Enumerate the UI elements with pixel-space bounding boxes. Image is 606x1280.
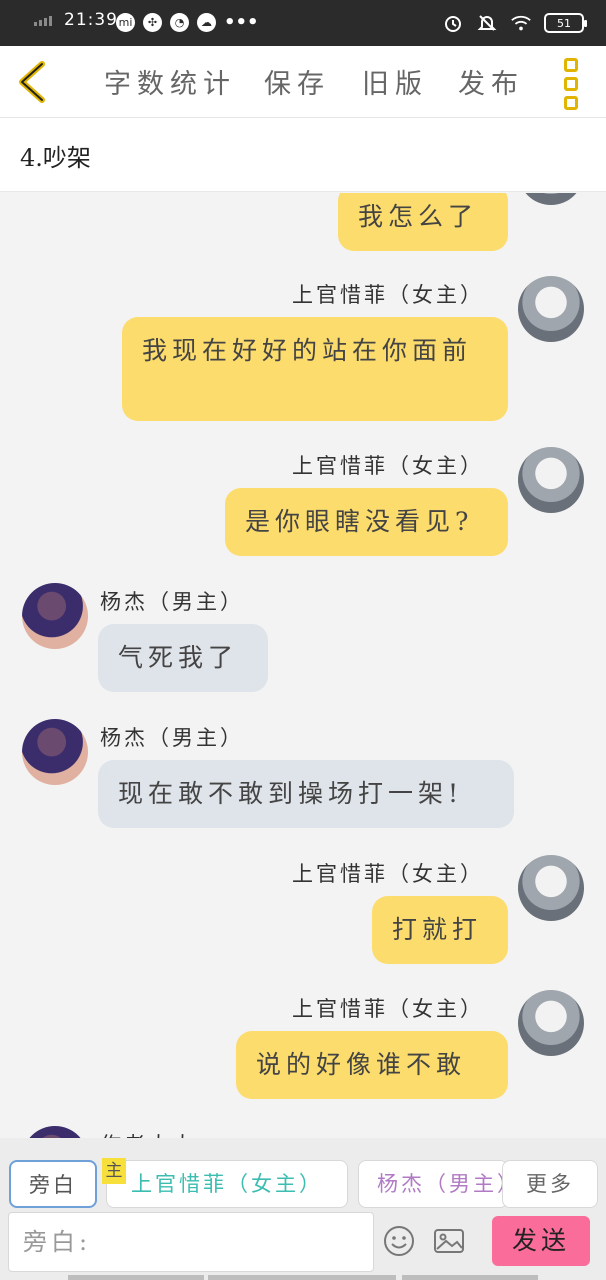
battery-icon: 51 [544, 13, 587, 33]
back-button[interactable] [14, 60, 54, 104]
fan-icon: ✣ [143, 13, 162, 32]
avatar[interactable] [22, 583, 88, 649]
more-notifications: ••• [224, 11, 259, 33]
gauge-icon: ◔ [170, 13, 189, 32]
message-input-wrapper [8, 1212, 374, 1272]
chat-bubble[interactable]: 是你眼瞎没看见? [225, 488, 508, 556]
chat-bubble[interactable]: 现在敢不敢到操场打一架! [98, 760, 514, 828]
speaker-name: 上官惜菲（女主） [292, 997, 484, 1021]
speaker-name: 上官惜菲（女主） [292, 283, 484, 307]
old-version-button[interactable]: 旧版 [362, 62, 428, 101]
chat-bubble[interactable]: 打就打 [372, 896, 508, 964]
speaker-name: 杨杰（男主） [100, 726, 244, 750]
chat-bubble[interactable]: 我现在好好的站在你面前 [122, 317, 508, 421]
scrollbar[interactable] [402, 1275, 538, 1280]
chapter-title-bar[interactable]: 4.吵架 [0, 118, 606, 192]
composer: 旁白 上官惜菲（女主） 主 杨杰（男主） 更多 发送 [0, 1138, 606, 1280]
status-time: 21:39 [64, 10, 118, 30]
speaker-name: 上官惜菲（女主） [292, 454, 484, 478]
chapter-title: 4.吵架 [20, 144, 91, 172]
role-male-lead-button[interactable]: 杨杰（男主） [358, 1160, 508, 1208]
avatar[interactable] [518, 855, 584, 921]
wifi-icon [510, 12, 532, 34]
status-bar: 21:39 mi ✣ ◔ ☁ ••• 51 [0, 0, 606, 46]
more-roles-button[interactable]: 更多 [502, 1160, 598, 1208]
chat-area[interactable]: 我怎么了 上官惜菲（女主） 我现在好好的站在你面前 上官惜菲（女主） 是你眼瞎没… [0, 193, 606, 1138]
word-count-button[interactable]: 字数统计 [104, 62, 236, 101]
mi-icon: mi [116, 13, 135, 32]
chat-bubble[interactable]: 说的好像谁不敢 [236, 1031, 508, 1099]
cloud-icon: ☁ [197, 13, 216, 32]
chevron-left-icon [19, 61, 45, 103]
more-menu-icon[interactable] [564, 58, 582, 110]
mute-icon [476, 12, 498, 34]
signal-icon [34, 16, 52, 26]
emoji-icon[interactable] [382, 1224, 416, 1258]
role-female-lead-button[interactable]: 上官惜菲（女主） [106, 1160, 348, 1208]
chat-bubble[interactable]: 我怎么了 [338, 193, 508, 251]
avatar[interactable] [518, 990, 584, 1056]
alarm-icon [442, 12, 464, 34]
speaker-name: 作者大大 [100, 1129, 196, 1138]
avatar[interactable] [22, 1126, 88, 1138]
publish-button[interactable]: 发布 [458, 62, 524, 101]
role-narrator-button[interactable]: 旁白 [9, 1160, 97, 1208]
avatar[interactable] [518, 447, 584, 513]
editor-toolbar: 字数统计 保存 旧版 发布 [0, 46, 606, 118]
chat-bubble[interactable]: 气死我了 [98, 624, 268, 692]
avatar[interactable] [518, 276, 584, 342]
speaker-name: 杨杰（男主） [100, 590, 244, 614]
battery-level: 51 [557, 16, 571, 30]
message-input[interactable] [9, 1213, 373, 1271]
save-button[interactable]: 保存 [264, 62, 330, 101]
scrollbar[interactable] [68, 1275, 204, 1280]
avatar[interactable] [518, 193, 584, 205]
speaker-name: 上官惜菲（女主） [292, 862, 484, 886]
main-role-tag: 主 [102, 1158, 126, 1184]
avatar[interactable] [22, 719, 88, 785]
send-button[interactable]: 发送 [492, 1216, 590, 1266]
image-icon[interactable] [432, 1224, 466, 1258]
scrollbar[interactable] [208, 1275, 396, 1280]
